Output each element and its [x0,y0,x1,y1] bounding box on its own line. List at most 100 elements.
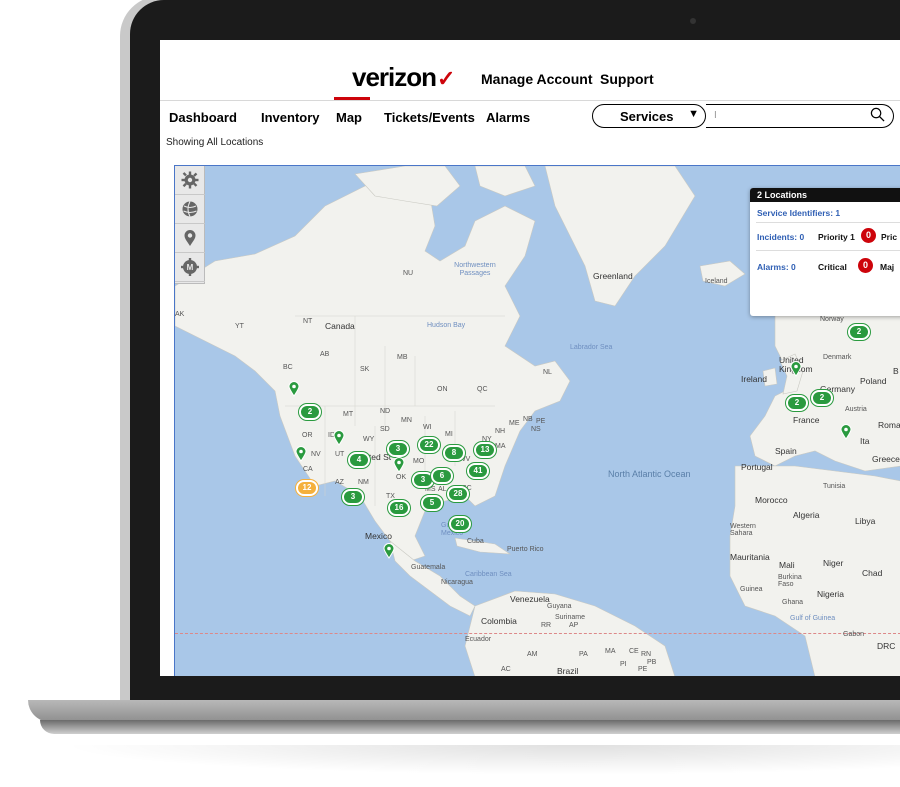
priority-next-label: Pric [881,232,898,242]
map-layers-button[interactable] [175,195,205,224]
major-label: Maj [880,262,895,272]
map-label-rr: RR [541,622,552,629]
tab-tickets-events[interactable]: Tickets/Events [384,110,475,125]
service-identifiers-link[interactable]: Service Identifiers: 1 [757,208,840,218]
map-label-austria: Austria [845,406,867,413]
location-pin-icon[interactable] [333,430,345,446]
location-cluster[interactable]: 41 [467,463,489,479]
map-label-suriname: Suriname [555,614,585,621]
map-settings-button[interactable] [175,166,205,195]
location-cluster[interactable]: 12 [296,480,318,496]
location-cluster[interactable]: 3 [387,441,409,457]
globe-icon [182,201,198,217]
map-label-pe: PE [536,418,546,425]
map-label-norway: Norway [820,316,844,323]
laptop-base-bottom [40,720,900,734]
map-label-drc: DRC [877,641,896,651]
location-cluster[interactable]: 4 [348,452,370,468]
map-label-northwestern-passages: Northwestern Passages [454,262,496,277]
m-settings-icon: M [181,258,199,276]
incidents-link[interactable]: Incidents: 0 [757,232,804,242]
location-cluster[interactable]: 22 [418,437,440,453]
priority1-count: 0 [861,228,876,243]
priority1-badge[interactable]: 0 [861,228,876,243]
map-label-wy: WY [363,436,375,443]
map-manage-button[interactable]: M [175,253,205,282]
showing-locations-label: Showing All Locations [166,137,264,148]
critical-badge[interactable]: 0 [858,258,873,273]
location-cluster[interactable]: 28 [447,486,469,502]
services-select[interactable]: Services ▼ [592,104,706,128]
map-label-tx: TX [386,493,395,500]
map-label-western-sahara: Western Sahara [730,523,756,537]
location-cluster[interactable]: 16 [388,500,410,516]
map-location-button[interactable] [175,224,205,253]
map-label-cuba: Cuba [467,538,484,545]
location-pin-icon[interactable] [840,424,852,440]
location-cluster[interactable]: 8 [443,445,465,461]
map-view[interactable]: Canada Hudson Bay Northwestern Passages … [174,165,900,676]
search-input[interactable]: I [706,104,894,128]
location-pin-icon[interactable] [790,361,802,377]
location-pin-icon[interactable] [295,446,307,462]
laptop-base [28,700,900,722]
map-label-rn: RN [641,651,652,658]
location-cluster[interactable]: 13 [474,442,496,458]
tab-alarms[interactable]: Alarms [486,110,530,125]
map-label-colombia: Colombia [481,616,517,626]
map-label-pa: PA [579,651,588,658]
camera-icon [690,18,696,24]
location-pin-icon[interactable] [393,457,405,473]
map-label-mt: MT [343,411,354,418]
map-label-ap: AP [569,622,579,629]
app-screen: verizon✓ Manage Account Support Dashboar… [160,40,900,676]
location-cluster[interactable]: 20 [449,516,471,532]
tab-inventory[interactable]: Inventory [261,110,320,125]
map-label-hudson-bay: Hudson Bay [427,322,466,329]
location-cluster[interactable]: 6 [431,468,453,484]
tab-map[interactable]: Map [336,110,362,125]
map-label-nm: NM [358,479,369,486]
map-label-ca: CA [303,466,313,473]
location-cluster[interactable]: 2 [848,324,870,340]
map-label-nu: NU [403,270,414,277]
location-cluster[interactable]: 2 [299,404,321,420]
map-label-chad: Chad [862,568,883,578]
map-toolbar: M [175,166,205,284]
laptop-frame: verizon✓ Manage Account Support Dashboar… [0,0,900,787]
map-label-mexico: Mexico [365,531,392,541]
location-cluster[interactable]: 2 [811,390,833,406]
map-label-pi: PI [620,661,627,668]
support-link[interactable]: Support [600,71,654,87]
map-label-portugal: Portugal [741,462,773,472]
map-label-morocco: Morocco [755,495,788,505]
map-label-guinea: Guinea [740,586,763,593]
map-label-nigeria: Nigeria [817,589,844,599]
location-cluster[interactable]: 5 [421,495,443,511]
search-icon[interactable] [870,107,885,122]
location-pin-icon[interactable] [383,543,395,559]
alarms-link[interactable]: Alarms: 0 [757,262,796,272]
map-label-sd: SD [380,426,390,433]
map-label-algeria: Algeria [793,510,820,520]
manage-account-link[interactable]: Manage Account [481,71,593,87]
map-label-nb: NB [523,416,533,423]
map-label-mo: MO [413,458,425,465]
map-label-ecuador: Ecuador [465,636,492,643]
map-label-nt: NT [303,318,313,325]
map-label-sk: SK [360,366,370,373]
map-label-al: AL [438,486,447,493]
brand-name: verizon [352,62,437,92]
location-pin-icon[interactable] [288,381,300,397]
map-label-guyana: Guyana [547,603,572,610]
location-cluster[interactable]: 2 [786,395,808,411]
location-cluster[interactable]: 3 [342,489,364,505]
verizon-logo[interactable]: verizon✓ [352,62,455,93]
gear-icon [181,171,199,189]
locations-info-popup: 2 Locations Service Identifiers: 1 Incid… [750,188,900,316]
map-label-ma-br: MA [605,648,616,655]
map-label-ok: OK [396,474,407,481]
tab-dashboard[interactable]: Dashboard [169,110,237,125]
map-label-mb: MB [397,354,408,361]
map-label-puerto-rico: Puerto Rico [507,546,544,553]
